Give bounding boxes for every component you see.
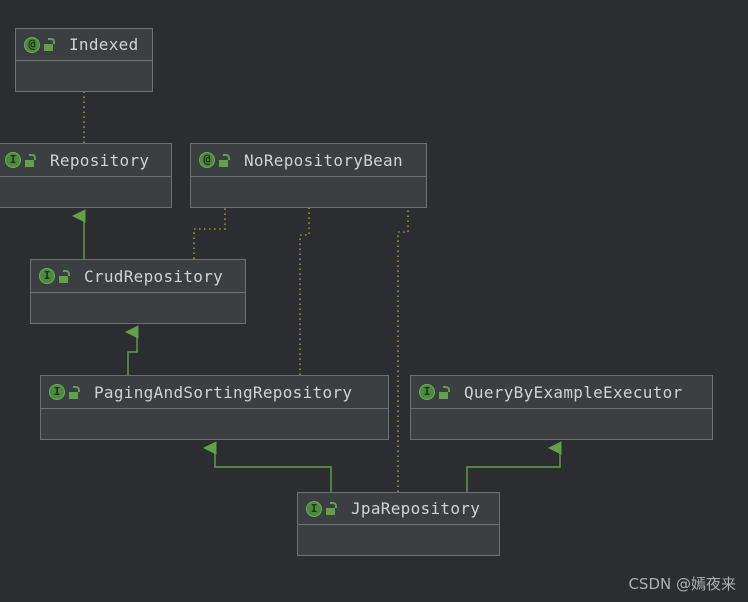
interface-i-icon: I (419, 384, 435, 400)
interface-i-icon: I (5, 152, 21, 168)
class-node-header: I CrudRepository (31, 260, 245, 293)
class-node-title: JpaRepository (351, 499, 481, 518)
diagram-canvas: Indexed (annotation) --> Repository --> … (0, 0, 748, 602)
edge-paging-to-crudrepository (128, 332, 137, 375)
class-node-crudrepository[interactable]: I CrudRepository (30, 259, 246, 324)
class-node-title: QueryByExampleExecutor (464, 382, 683, 402)
class-node-pagingandsortingrepository[interactable]: I PagingAndSortingRepository (40, 375, 389, 440)
unlocked-padlock-icon (44, 38, 55, 51)
class-node-header: I Repository (0, 144, 171, 177)
class-node-members (16, 61, 152, 91)
class-node-members (191, 177, 426, 207)
unlocked-padlock-icon (25, 153, 36, 167)
unlocked-padlock-icon (326, 502, 337, 515)
class-node-indexed[interactable]: @ Indexed (15, 28, 153, 92)
annotation-at-icon: @ (24, 36, 40, 53)
class-node-title: Repository (50, 150, 150, 170)
class-node-header: I PagingAndSortingRepository (41, 376, 388, 409)
class-node-members (41, 409, 388, 439)
edge-jparepository-to-querybyexample (466, 448, 560, 492)
class-node-members (298, 525, 499, 555)
class-node-header: @ Indexed (16, 29, 152, 61)
unlocked-padlock-icon (439, 385, 450, 399)
interface-i-icon: I (39, 268, 55, 284)
class-node-title: NoRepositoryBean (244, 150, 403, 170)
class-node-header: @ NoRepositoryBean (191, 144, 426, 177)
edge-paging-to-norepositorybean (299, 208, 310, 375)
unlocked-padlock-icon (219, 153, 230, 167)
watermark-text: CSDN @嫣夜来 (628, 575, 736, 593)
class-node-norepositorybean[interactable]: @ NoRepositoryBean (190, 143, 427, 208)
unlocked-padlock-icon (69, 385, 80, 399)
interface-i-icon: I (306, 500, 322, 517)
class-node-header: I QueryByExampleExecutor (411, 376, 712, 409)
unlocked-padlock-icon (59, 269, 70, 283)
class-node-members (31, 293, 245, 323)
class-node-jparepository[interactable]: I JpaRepository (297, 492, 500, 556)
class-node-title: Indexed (69, 35, 139, 54)
edge-jparepository-to-paging (215, 448, 332, 492)
class-node-members (411, 409, 712, 439)
class-node-header: I JpaRepository (298, 493, 499, 525)
class-node-querybyexampleexecutor[interactable]: I QueryByExampleExecutor (410, 375, 713, 440)
class-node-title: CrudRepository (84, 266, 224, 286)
class-node-repository[interactable]: I Repository (0, 143, 172, 208)
edge-jparepository-to-norepositorybean (397, 208, 409, 492)
class-node-members (0, 177, 171, 207)
annotation-at-icon: @ (199, 152, 215, 168)
edge-crudrepository-to-norepositorybean (193, 208, 226, 259)
interface-i-icon: I (49, 384, 65, 400)
class-node-title: PagingAndSortingRepository (94, 382, 353, 402)
